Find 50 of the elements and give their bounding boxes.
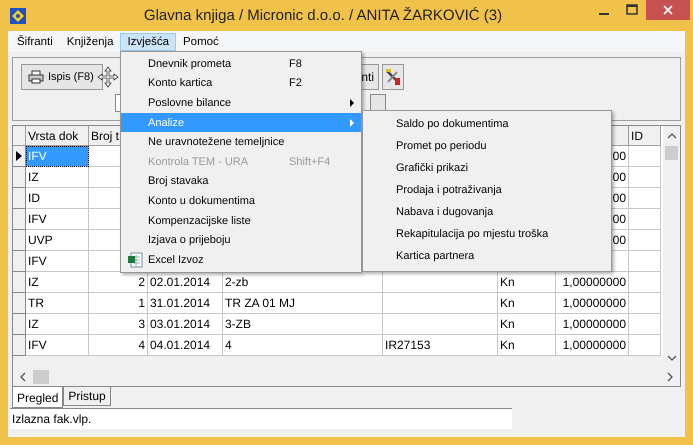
menu-entry[interactable]: Saldo po dokumentima (396, 113, 611, 135)
close-icon (663, 5, 673, 15)
corner-cell (13, 126, 26, 146)
table-cell: 1,00000000 (556, 335, 629, 356)
menu-item[interactable]: Šifranti (10, 32, 60, 50)
close-button[interactable] (646, 0, 690, 20)
submenu-arrow-icon (350, 118, 354, 127)
status-field: Izlazna fak.vlp. (10, 408, 512, 429)
scroll-right-icon[interactable] (667, 372, 673, 382)
scroll-down-icon[interactable] (666, 355, 676, 361)
menu-entry[interactable]: Excel Izvoz (121, 250, 361, 270)
tab[interactable]: Pregled (12, 387, 64, 408)
table-cell: 4 (89, 335, 148, 356)
menu-item[interactable]: Knjiženja (60, 32, 120, 50)
menu-entry[interactable]: Broj stavaka (121, 172, 361, 192)
vertical-scrollbar[interactable] (663, 126, 680, 368)
menu-entry[interactable]: Dnevnik prometa F8 (121, 54, 361, 74)
tools-button[interactable] (382, 64, 404, 90)
scroll-up-icon[interactable] (666, 133, 676, 139)
table-cell: 04.01.2014 (148, 335, 223, 356)
menu-entry[interactable]: Kompenzacijske liste (121, 210, 361, 230)
scroll-thumb[interactable] (33, 370, 49, 384)
printer-icon (28, 70, 44, 84)
table-cell: IFV (26, 335, 89, 356)
scroll-left-icon[interactable] (20, 372, 26, 382)
row-pointer-icon (16, 151, 22, 161)
submenu-arrow-icon (350, 98, 354, 107)
horizontal-scrollbar[interactable] (13, 368, 680, 386)
app-icon (10, 8, 26, 24)
move-cursor-icon (97, 66, 119, 88)
menu-entry[interactable]: Konto u dokumentima (121, 191, 361, 211)
window-title: Glavna knjiga / Micronic d.o.o. / ANITA ŽARKOVIĆ (3) (142, 7, 504, 24)
menu-entry[interactable]: Konto kartica F2 (121, 74, 361, 94)
scroll-thumb[interactable] (665, 146, 678, 160)
menu-entry[interactable]: Poslovne bilance (121, 93, 361, 113)
table-cell: Kn (498, 335, 556, 356)
print-button[interactable]: Ispis (F8) (21, 64, 103, 90)
menu-item[interactable]: Pomoć (176, 32, 226, 50)
tools-icon (384, 68, 402, 86)
table-cell (629, 335, 661, 356)
menu-item[interactable]: Izvješća (120, 32, 176, 50)
column-header[interactable]: ID (629, 126, 661, 146)
column-header[interactable]: Vrsta dok (26, 126, 89, 146)
spreadsheet-icon (126, 252, 142, 268)
table-cell: IR27153 (383, 335, 498, 356)
row-header[interactable] (13, 146, 26, 167)
tab[interactable]: Pristup (63, 387, 111, 406)
menu-entry[interactable]: Izjava o prijeboju (121, 230, 361, 250)
table-cell: 4 (223, 335, 383, 356)
table-cell: IFV (26, 146, 89, 167)
